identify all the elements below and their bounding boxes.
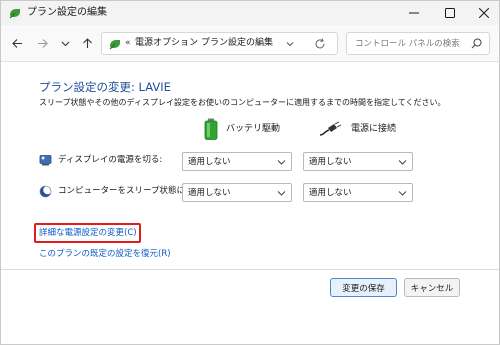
title-bar: プラン設定の編集 <box>1 1 499 25</box>
display-off-battery-select[interactable]: 適用しない <box>182 152 292 171</box>
refresh-icon[interactable] <box>313 37 327 51</box>
recent-locations-button[interactable] <box>57 35 73 51</box>
plugged-in-label: 電源に接続 <box>351 124 397 134</box>
save-changes-button[interactable]: 変更の保存 <box>330 278 397 297</box>
sleep-battery-select[interactable]: 適用しない <box>182 183 292 202</box>
up-button[interactable] <box>79 35 95 51</box>
address-overflow[interactable]: « <box>125 37 131 50</box>
search-box[interactable]: コントロール パネルの検索 <box>346 32 490 55</box>
plugged-in-column-header: 電源に接続 <box>319 118 396 140</box>
power-plug-icon <box>319 121 342 136</box>
power-options-icon <box>109 40 120 50</box>
sleep-plugged-select[interactable]: 適用しない <box>303 183 413 202</box>
battery-column-header: バッテリ駆動 <box>204 118 280 140</box>
cancel-button[interactable]: キャンセル <box>404 278 460 297</box>
sleep-plugged-value: 適用しない <box>309 188 352 198</box>
search-placeholder: コントロール パネルの検索 <box>355 39 460 49</box>
power-options-icon <box>9 9 20 19</box>
close-button[interactable] <box>467 1 499 25</box>
close-icon <box>479 8 489 18</box>
display-off-plugged-value: 適用しない <box>309 157 352 167</box>
maximize-button[interactable] <box>433 1 467 25</box>
address-bar[interactable]: « 電源オプション › プラン設定の編集 <box>101 32 338 55</box>
advanced-settings-link[interactable]: 詳細な電源設定の変更(C) <box>39 227 137 239</box>
edit-plan-settings-window: プラン設定の編集 « 電源オプション › プラン設定の編集 コントロール パネル… <box>0 0 500 345</box>
forward-button[interactable] <box>34 35 50 51</box>
display-off-label: ディスプレイの電源を切る: <box>58 155 163 165</box>
chevron-down-icon <box>277 191 286 196</box>
navigation-bar: « 電源オプション › プラン設定の編集 コントロール パネルの検索 <box>1 25 499 62</box>
restore-defaults-link[interactable]: このプランの既定の設定を復元(R) <box>39 248 171 260</box>
back-arrow-icon <box>11 38 22 48</box>
breadcrumb-power-options[interactable]: 電源オプション <box>135 37 198 50</box>
page-description: スリープ状態やその他のディスプレイ設定をお使いのコンピューターに適用するまでの時… <box>39 98 446 107</box>
chevron-down-icon <box>398 160 407 165</box>
back-button[interactable] <box>9 35 25 51</box>
footer: 変更の保存 キャンセル <box>1 270 499 344</box>
battery-label: バッテリ駆動 <box>226 124 281 134</box>
up-arrow-icon <box>82 37 92 48</box>
display-icon <box>39 155 52 166</box>
chevron-down-icon[interactable] <box>284 38 296 50</box>
window-title: プラン設定の編集 <box>27 7 107 18</box>
chevron-down-icon <box>277 160 286 165</box>
breadcrumb-edit-plan[interactable]: プラン設定の編集 <box>201 37 273 50</box>
display-off-battery-value: 適用しない <box>188 157 231 167</box>
search-icon[interactable] <box>471 38 482 49</box>
breadcrumb-separator: › <box>192 38 196 48</box>
chevron-down-icon <box>61 41 69 46</box>
forward-arrow-icon <box>37 38 48 48</box>
battery-icon <box>204 118 218 140</box>
chevron-down-icon <box>398 191 407 196</box>
page-title: プラン設定の変更: LAVIE <box>39 80 171 94</box>
maximize-icon <box>445 8 455 18</box>
minimize-icon <box>409 12 419 14</box>
sleep-moon-icon <box>39 185 52 198</box>
minimize-button[interactable] <box>397 1 431 25</box>
sleep-battery-value: 適用しない <box>188 188 231 198</box>
display-off-plugged-select[interactable]: 適用しない <box>303 152 413 171</box>
